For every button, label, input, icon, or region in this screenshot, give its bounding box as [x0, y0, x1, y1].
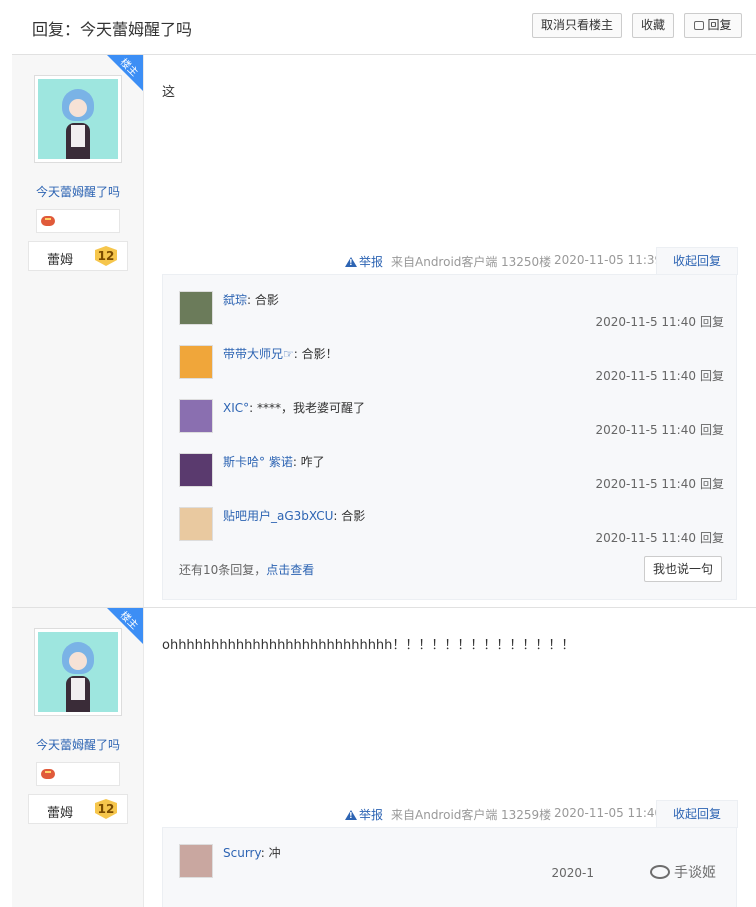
post-floor: 13250楼 [501, 255, 552, 269]
comment-text: : 合影 [333, 509, 366, 523]
post: 楼主 今天蕾姆醒了吗 蕾姆 12 这 举报 来自Android客户端 13250… [12, 55, 756, 608]
list-item: Scurry: 冲 2020-1 [179, 844, 724, 898]
level-name: 蕾姆 [47, 806, 74, 821]
gamepad-icon [41, 769, 55, 779]
avatar-image [38, 632, 118, 712]
comment-avatar[interactable] [179, 345, 213, 379]
reply-button[interactable]: 回复 [684, 13, 742, 38]
post: 楼主 今天蕾姆醒了吗 蕾姆 12 ohhhhhhhhhhhhhhhhhhhhhh… [12, 608, 756, 907]
gamepad-icon [41, 216, 55, 226]
comment-user[interactable]: 弑琮 [223, 293, 247, 307]
list-item: 弑琮: 合影 2020-11-5 11:40 回复 [179, 291, 724, 345]
comment-list: 弑琮: 合影 2020-11-5 11:40 回复 带带大师兄☞: 合影！ 202… [162, 274, 737, 600]
comment-reply-link[interactable]: 回复 [700, 531, 724, 545]
author-panel: 楼主 今天蕾姆醒了吗 蕾姆 12 [12, 608, 144, 907]
comment-user[interactable]: 贴吧用户_aG3bXCU [223, 509, 333, 523]
post-time: 2020-11-05 11:39 [554, 253, 663, 267]
comment-reply-link[interactable]: 回复 [700, 477, 724, 491]
comment-time: 2020-11-5 11:40 [595, 477, 696, 491]
avatar[interactable] [34, 628, 122, 716]
post-tail: 举报 来自Android客户端 13259楼 2020-11-05 11:40 … [162, 800, 738, 828]
comment-time: 2020-11-5 11:40 [595, 315, 696, 329]
list-item: 斯卡哈° 紫诺: 咋了 2020-11-5 11:40 回复 [179, 453, 724, 507]
fold-replies-button[interactable]: 收起回复 [656, 800, 738, 828]
comment-reply-link[interactable]: 回复 [700, 315, 724, 329]
reply-icon [694, 21, 705, 30]
post-floor: 13259楼 [501, 808, 552, 822]
comment-user[interactable]: Scurry [223, 846, 261, 860]
author-name[interactable]: 今天蕾姆醒了吗 [12, 183, 144, 200]
list-item: XIC°: ****，我老婆可醒了 2020-11-5 11:40 回复 [179, 399, 724, 453]
author-name[interactable]: 今天蕾姆醒了吗 [12, 736, 144, 753]
comment-avatar[interactable] [179, 507, 213, 541]
comment-reply-link[interactable]: 回复 [700, 369, 724, 383]
wechat-icon [650, 865, 670, 879]
level-name: 蕾姆 [47, 253, 74, 268]
comment-avatar[interactable] [179, 453, 213, 487]
favorite-button[interactable]: 收藏 [632, 13, 674, 38]
post-time: 2020-11-05 11:40 [554, 806, 663, 820]
post-source: 来自Android客户端 [391, 255, 498, 269]
watermark: 手谈姬 [650, 862, 716, 882]
comment-text: : 冲 [260, 846, 281, 860]
view-more-link[interactable]: 点击查看 [266, 563, 314, 577]
comment-avatar[interactable] [179, 399, 213, 433]
comment-time: 2020-1 [551, 866, 594, 880]
warning-icon [345, 810, 357, 820]
thread-header: 回复：今天蕾姆醒了吗 取消只看楼主 收藏 回复 [12, 0, 756, 55]
comment-text: : 合影 [247, 293, 279, 307]
comment-avatar[interactable] [179, 844, 213, 878]
comment-user[interactable]: 带带大师兄☞ [223, 347, 294, 361]
badge-box[interactable] [36, 762, 120, 786]
thread-title: 回复：今天蕾姆醒了吗 [32, 20, 193, 39]
level-badge[interactable]: 蕾姆 12 [28, 794, 128, 824]
level-number: 12 [95, 246, 117, 266]
report-link[interactable]: 举报 [345, 253, 383, 270]
comment-time: 2020-11-5 11:40 [595, 531, 696, 545]
comment-text: : 咋了 [292, 455, 325, 469]
list-item: 贴吧用户_aG3bXCU: 合影 2020-11-5 11:40 回复 [179, 507, 724, 561]
avatar[interactable] [34, 75, 122, 163]
cancel-only-op-button[interactable]: 取消只看楼主 [532, 13, 622, 38]
level-number: 12 [95, 799, 117, 819]
comment-time: 2020-11-5 11:40 [595, 423, 696, 437]
comment-user[interactable]: 斯卡哈° 紫诺 [223, 455, 293, 469]
comment-avatar[interactable] [179, 291, 213, 325]
warning-icon [345, 257, 357, 267]
comment-text: : 合影！ [293, 347, 338, 361]
post-tail: 举报 来自Android客户端 13250楼 2020-11-05 11:39 … [162, 247, 738, 275]
more-replies: 还有10条回复，点击查看 [179, 563, 315, 577]
avatar-image [38, 79, 118, 159]
comment-user[interactable]: XIC° [223, 401, 249, 415]
level-badge[interactable]: 蕾姆 12 [28, 241, 128, 271]
post-content: 这 [162, 85, 176, 100]
comment-reply-link[interactable]: 回复 [700, 423, 724, 437]
post-source: 来自Android客户端 [391, 808, 498, 822]
reply-button-label: 回复 [707, 18, 732, 32]
add-comment-button[interactable]: 我也说一句 [644, 556, 722, 582]
badge-box[interactable] [36, 209, 120, 233]
report-link[interactable]: 举报 [345, 806, 383, 823]
post-content: ohhhhhhhhhhhhhhhhhhhhhhhhhhh！！！！！！！！！！！！… [162, 638, 575, 653]
author-panel: 楼主 今天蕾姆醒了吗 蕾姆 12 [12, 55, 144, 607]
list-item: 带带大师兄☞: 合影！ 2020-11-5 11:40 回复 [179, 345, 724, 399]
comment-text: : ****，我老婆可醒了 [249, 401, 365, 415]
comment-time: 2020-11-5 11:40 [595, 369, 696, 383]
fold-replies-button[interactable]: 收起回复 [656, 247, 738, 275]
